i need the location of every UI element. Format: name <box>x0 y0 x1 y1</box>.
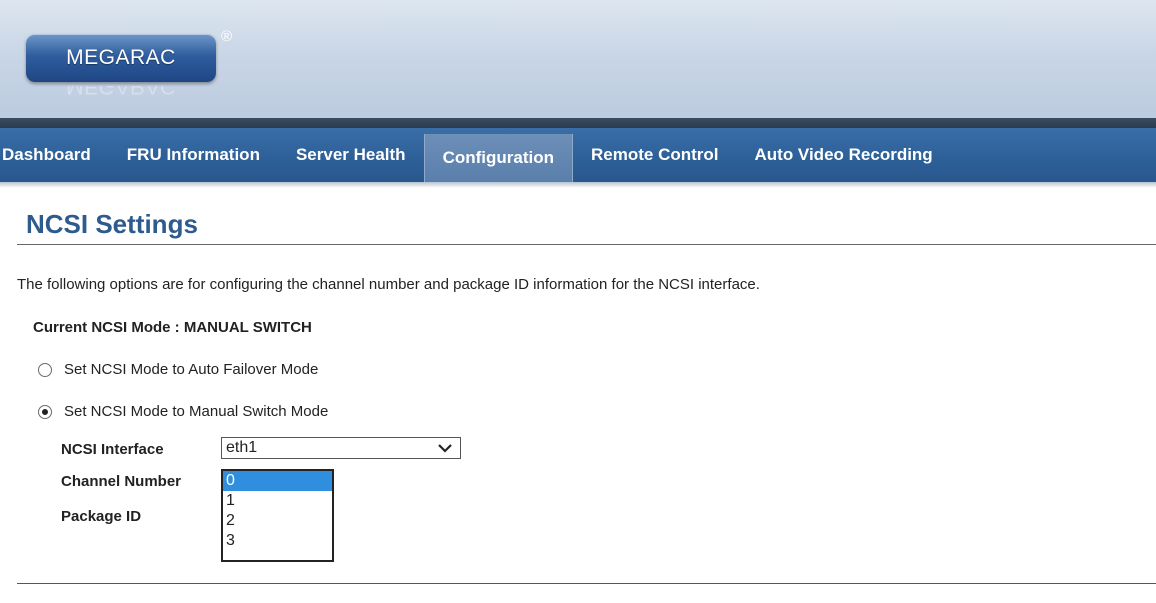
channel-number-listbox[interactable]: 0 1 2 3 <box>221 469 334 562</box>
megarac-logo: MEGARAC <box>26 34 216 82</box>
radio-manual-switch-label[interactable]: Set NCSI Mode to Manual Switch Mode <box>64 403 328 420</box>
channel-option-3[interactable]: 3 <box>223 531 332 551</box>
nav-fru-information[interactable]: FRU Information <box>109 128 278 182</box>
ncsi-interface-value: eth1 <box>226 439 258 456</box>
radio-auto-failover-row[interactable]: Set NCSI Mode to Auto Failover Mode <box>38 361 318 378</box>
nav-configuration[interactable]: Configuration <box>423 134 573 182</box>
package-id-label: Package ID <box>61 508 142 525</box>
page-title: NCSI Settings <box>26 209 198 239</box>
channel-option-0[interactable]: 0 <box>223 471 332 491</box>
nav-auto-video-recording[interactable]: Auto Video Recording <box>737 128 951 182</box>
header-divider <box>0 118 1156 128</box>
logo-reflection: MEGARAC <box>66 86 176 98</box>
channel-option-1[interactable]: 1 <box>223 491 332 511</box>
channel-number-label: Channel Number <box>61 473 182 490</box>
nav-dashboard[interactable]: Dashboard <box>0 128 109 182</box>
header-banner: MEGARAC MEGARAC ® <box>0 0 1156 118</box>
nav-server-health[interactable]: Server Health <box>278 128 424 182</box>
chevron-down-icon <box>438 444 452 453</box>
radio-manual-switch[interactable] <box>38 404 52 419</box>
current-mode-text: Current NCSI Mode : MANUAL SWITCH <box>33 319 312 336</box>
channel-option-2[interactable]: 2 <box>223 511 332 531</box>
bottom-divider <box>17 583 1156 584</box>
nav-shadow <box>0 182 1156 188</box>
radio-auto-failover-label[interactable]: Set NCSI Mode to Auto Failover Mode <box>64 361 318 378</box>
registered-mark: ® <box>221 28 233 45</box>
page-description: The following options are for configurin… <box>17 276 760 293</box>
ncsi-interface-label: NCSI Interface <box>61 441 164 458</box>
main-nav: Dashboard FRU Information Server Health … <box>0 128 1156 182</box>
radio-auto-failover[interactable] <box>38 362 52 377</box>
ncsi-interface-select[interactable]: eth1 <box>221 437 461 459</box>
nav-remote-control[interactable]: Remote Control <box>573 128 737 182</box>
title-divider <box>17 244 1156 245</box>
radio-manual-switch-row[interactable]: Set NCSI Mode to Manual Switch Mode <box>38 403 328 420</box>
